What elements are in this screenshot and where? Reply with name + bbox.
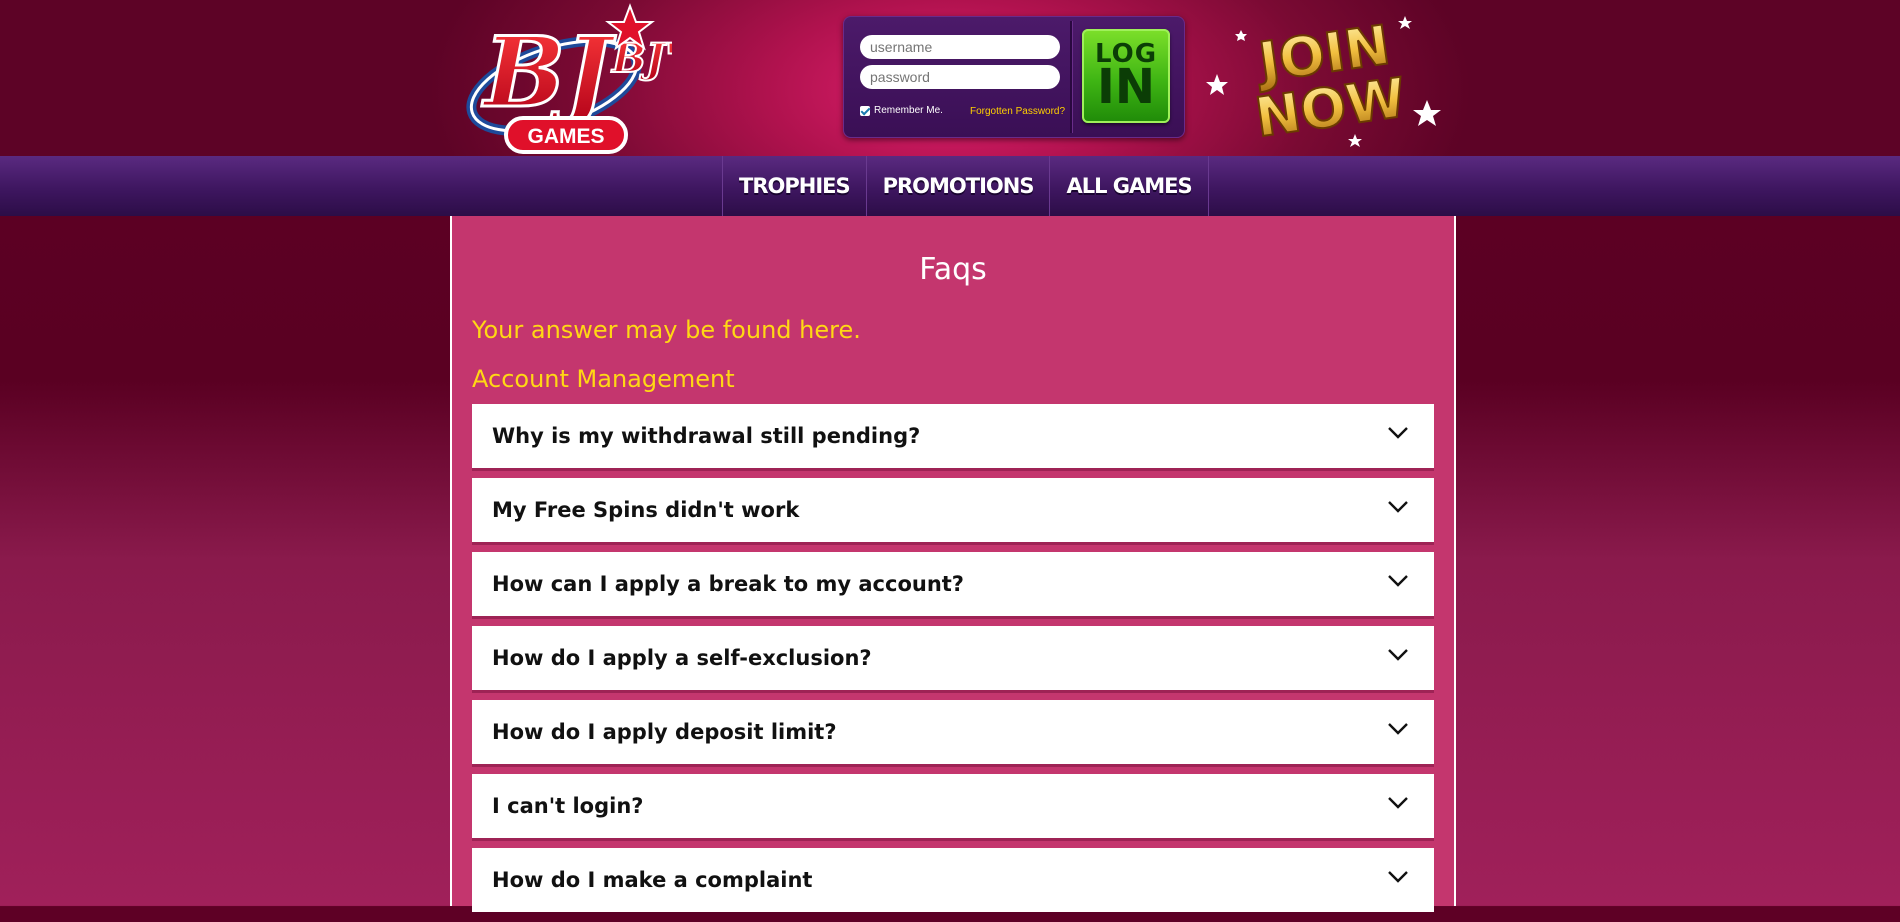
faq-question: How do I make a complaint: [492, 868, 813, 892]
login-panel: Remember Me. Forgotten Password? LOG IN: [843, 16, 1185, 138]
chevron-down-icon[interactable]: [1387, 796, 1409, 810]
faq-item[interactable]: How do I make a complaint: [472, 848, 1434, 912]
login-button-bottom: IN: [1096, 59, 1156, 116]
nav-items: TROPHIES PROMOTIONS ALL GAMES: [722, 156, 1209, 216]
chevron-down-icon[interactable]: [1387, 500, 1409, 514]
faq-question: I can't login?: [492, 794, 644, 818]
faq-item[interactable]: Why is my withdrawal still pending?: [472, 404, 1434, 468]
site-header: BJ BJ's GAMES Remember Me. Forgotten Pas…: [0, 0, 1900, 156]
faq-item[interactable]: How do I apply deposit limit?: [472, 700, 1434, 764]
remember-me-checkbox[interactable]: [860, 105, 870, 116]
main-nav: TROPHIES PROMOTIONS ALL GAMES: [0, 156, 1900, 216]
panel-divider: [1070, 21, 1072, 133]
remember-me-label: Remember Me.: [874, 105, 943, 116]
faq-list: Why is my withdrawal still pending? My F…: [472, 404, 1434, 922]
login-button[interactable]: LOG IN: [1082, 29, 1170, 123]
faq-item[interactable]: How do I apply a self-exclusion?: [472, 626, 1434, 690]
page-title: Faqs: [919, 252, 987, 287]
faq-item[interactable]: My Free Spins didn't work: [472, 478, 1434, 542]
chevron-down-icon[interactable]: [1387, 574, 1409, 588]
nav-item-promotions[interactable]: PROMOTIONS: [867, 156, 1051, 216]
faq-question: Why is my withdrawal still pending?: [492, 424, 921, 448]
faq-question: How can I apply a break to my account?: [492, 572, 964, 596]
remember-me[interactable]: Remember Me.: [860, 105, 943, 116]
section-heading: Account Management: [472, 365, 735, 393]
password-input[interactable]: [860, 65, 1060, 89]
svg-text:BJ: BJ: [481, 16, 616, 129]
faq-item[interactable]: How can I apply a break to my account?: [472, 552, 1434, 616]
logo-games-text: GAMES: [527, 125, 604, 148]
chevron-down-icon[interactable]: [1387, 722, 1409, 736]
username-input[interactable]: [860, 35, 1060, 59]
faq-question: How do I apply a self-exclusion?: [492, 646, 872, 670]
faq-question: My Free Spins didn't work: [492, 498, 800, 522]
chevron-down-icon[interactable]: [1387, 648, 1409, 662]
faq-intro: Your answer may be found here.: [472, 316, 861, 344]
bjs-games-logo[interactable]: BJ BJ's GAMES: [462, 2, 672, 154]
chevron-down-icon[interactable]: [1387, 426, 1409, 440]
join-now-button[interactable]: JOIN NOW: [1205, 2, 1445, 154]
nav-item-all-games[interactable]: ALL GAMES: [1050, 156, 1209, 216]
faq-item[interactable]: I can't login?: [472, 774, 1434, 838]
nav-item-trophies[interactable]: TROPHIES: [723, 156, 867, 216]
faq-question: How do I apply deposit limit?: [492, 720, 837, 744]
chevron-down-icon[interactable]: [1387, 870, 1409, 884]
faq-content: Faqs Your answer may be found here. Acco…: [450, 216, 1456, 912]
forgotten-password-link[interactable]: Forgotten Password?: [970, 106, 1065, 117]
